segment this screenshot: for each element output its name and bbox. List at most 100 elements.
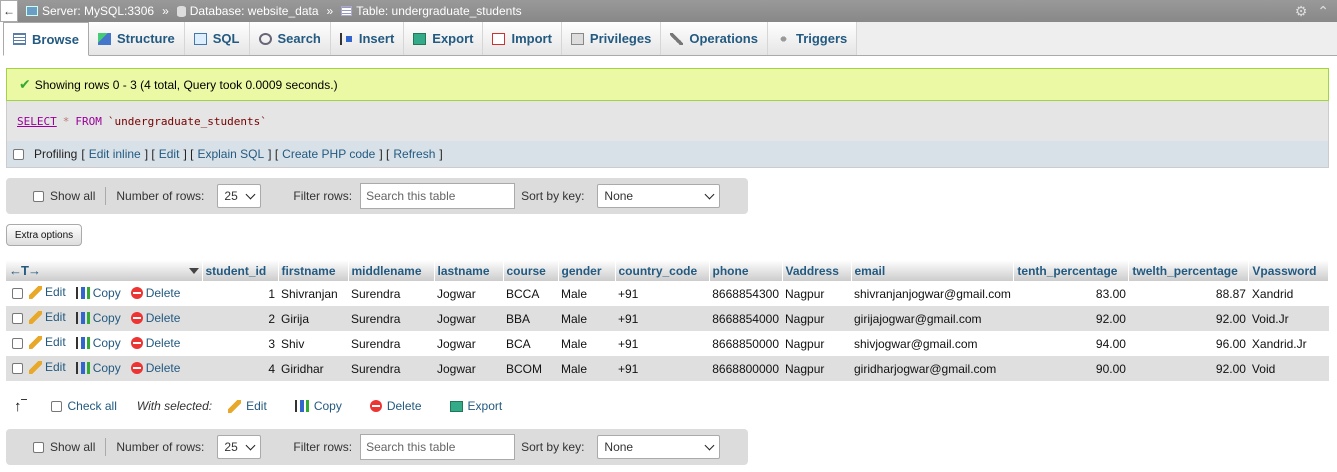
bulk-copy-button[interactable]: Copy: [294, 399, 342, 413]
filter-rows-input[interactable]: [360, 434, 516, 460]
table-cell-course[interactable]: BCCA: [503, 281, 558, 306]
table-cell-twelth_percentage[interactable]: 92.00: [1128, 356, 1249, 381]
table-row[interactable]: Edit Copy Delete 2 Girija Surendra Jogwar BBA Ma…: [6, 306, 1329, 331]
collapse-icon[interactable]: ⌃: [1317, 3, 1329, 20]
column-header[interactable]: gender: [558, 260, 616, 281]
row-delete-button[interactable]: Delete: [130, 286, 180, 300]
table-cell-tenth_percentage[interactable]: 94.00: [1013, 331, 1129, 356]
column-controls-header[interactable]: ←T→: [6, 260, 203, 281]
column-header[interactable]: Vaddress: [782, 260, 852, 281]
sort-by-key-select[interactable]: None: [597, 435, 721, 459]
rows-per-page-select[interactable]: 25: [217, 184, 262, 208]
table-cell-country_code[interactable]: +91: [615, 306, 709, 331]
bulk-delete-button[interactable]: Delete: [369, 399, 422, 413]
tab-insert[interactable]: Insert: [330, 22, 405, 55]
table-cell-lastname[interactable]: Jogwar: [434, 331, 503, 356]
table-cell-country_code[interactable]: +91: [615, 331, 709, 356]
row-copy-button[interactable]: Copy: [75, 336, 121, 350]
tab-structure[interactable]: Structure: [88, 22, 185, 55]
show-all-checkbox[interactable]: [33, 441, 44, 453]
table-cell-twelth_percentage[interactable]: 96.00: [1128, 331, 1249, 356]
row-copy-button[interactable]: Copy: [75, 286, 121, 300]
edit-inline-link[interactable]: Edit inline: [89, 147, 141, 161]
table-cell-twelth_percentage[interactable]: 88.87: [1128, 281, 1249, 306]
table-cell-Vaddress[interactable]: Nagpur: [782, 306, 851, 331]
row-checkbox[interactable]: [12, 312, 23, 324]
table-cell-Vaddress[interactable]: Nagpur: [782, 281, 851, 306]
column-header[interactable]: Vpassword: [1248, 260, 1330, 281]
table-cell-middlename[interactable]: Surendra: [348, 356, 434, 381]
table-cell-tenth_percentage[interactable]: 83.00: [1013, 281, 1129, 306]
table-cell-phone[interactable]: 8668854000: [709, 306, 782, 331]
table-cell-student_id[interactable]: 2: [202, 306, 278, 331]
sort-by-key-select[interactable]: None: [597, 184, 721, 208]
table-cell-country_code[interactable]: +91: [615, 281, 709, 306]
extra-options-button[interactable]: Extra options: [6, 224, 82, 246]
table-cell-course[interactable]: BBA: [503, 306, 558, 331]
row-delete-button[interactable]: Delete: [130, 361, 180, 375]
column-header[interactable]: country_code: [615, 260, 710, 281]
refresh-link[interactable]: Refresh: [393, 147, 435, 161]
bulk-export-button[interactable]: Export: [449, 399, 502, 413]
table-cell-Vpassword[interactable]: Xandrid: [1248, 281, 1329, 306]
column-header[interactable]: firstname: [278, 260, 349, 281]
column-header[interactable]: email: [851, 260, 1015, 281]
sql-select-keyword[interactable]: SELECT: [17, 115, 57, 128]
table-cell-firstname[interactable]: Girija: [278, 306, 348, 331]
filter-rows-input[interactable]: [360, 183, 516, 209]
table-cell-lastname[interactable]: Jogwar: [434, 356, 503, 381]
column-header[interactable]: middlename: [348, 260, 435, 281]
table-cell-lastname[interactable]: Jogwar: [434, 281, 503, 306]
table-cell-Vaddress[interactable]: Nagpur: [782, 331, 851, 356]
table-cell-tenth_percentage[interactable]: 90.00: [1013, 356, 1129, 381]
table-cell-firstname[interactable]: Giridhar: [278, 356, 348, 381]
table-cell-phone[interactable]: 8668800000: [709, 356, 782, 381]
row-delete-button[interactable]: Delete: [130, 336, 180, 350]
table-cell-Vpassword[interactable]: Void.Jr: [1248, 306, 1329, 331]
column-header[interactable]: phone: [709, 260, 783, 281]
row-checkbox[interactable]: [12, 337, 23, 349]
table-cell-Vaddress[interactable]: Nagpur: [782, 356, 851, 381]
tab-triggers[interactable]: Triggers: [767, 22, 858, 55]
table-row[interactable]: Edit Copy Delete 3 Shiv Surendra Jogwar BCA Male…: [6, 331, 1329, 356]
profiling-checkbox[interactable]: [13, 148, 24, 160]
table-cell-Vpassword[interactable]: Xandrid.Jr: [1248, 331, 1329, 356]
bulk-edit-button[interactable]: Edit: [228, 399, 267, 413]
table-cell-gender[interactable]: Male: [558, 331, 615, 356]
table-cell-lastname[interactable]: Jogwar: [434, 306, 503, 331]
explain-sql-link[interactable]: Explain SQL: [197, 147, 264, 161]
table-cell-gender[interactable]: Male: [558, 356, 615, 381]
tab-export[interactable]: Export: [404, 22, 484, 55]
table-cell-gender[interactable]: Male: [558, 281, 615, 306]
table-cell-twelth_percentage[interactable]: 92.00: [1128, 306, 1249, 331]
tab-browse[interactable]: Browse: [3, 22, 89, 56]
table-cell-email[interactable]: shivranjanjogwar@gmail.com: [851, 281, 1014, 306]
sql-query-box[interactable]: SELECT * FROM `undergraduate_students`: [6, 101, 1329, 141]
table-cell-firstname[interactable]: Shivranjan: [278, 281, 348, 306]
column-arrows-icon[interactable]: ←T→: [9, 263, 41, 278]
breadcrumb-server[interactable]: Server: MySQL:3306: [26, 4, 154, 18]
tab-sql[interactable]: SQL: [184, 22, 250, 55]
table-cell-email[interactable]: shivjogwar@gmail.com: [851, 331, 1014, 356]
check-all-checkbox[interactable]: [50, 400, 62, 412]
table-cell-phone[interactable]: 8668854300: [709, 281, 782, 306]
table-cell-course[interactable]: BCOM: [503, 356, 558, 381]
table-cell-student_id[interactable]: 3: [202, 331, 278, 356]
table-cell-country_code[interactable]: +91: [615, 356, 709, 381]
column-header[interactable]: student_id: [202, 260, 279, 281]
row-edit-button[interactable]: Edit: [29, 310, 66, 324]
rows-per-page-select[interactable]: 25: [217, 435, 262, 459]
table-cell-middlename[interactable]: Surendra: [348, 306, 434, 331]
table-cell-course[interactable]: BCA: [503, 331, 558, 356]
table-cell-student_id[interactable]: 1: [202, 281, 278, 306]
edit-link[interactable]: Edit: [159, 147, 180, 161]
tab-operations[interactable]: Operations: [661, 22, 768, 55]
row-checkbox[interactable]: [12, 362, 23, 374]
table-cell-Vpassword[interactable]: Void: [1248, 356, 1329, 381]
tab-privileges[interactable]: Privileges: [561, 22, 662, 55]
table-row[interactable]: Edit Copy Delete 4 Giridhar Surendra Jogwar BCO…: [6, 356, 1329, 381]
table-cell-firstname[interactable]: Shiv: [278, 331, 348, 356]
settings-gear-icon[interactable]: ⚙: [1295, 3, 1308, 20]
table-cell-email[interactable]: girijajogwar@gmail.com: [851, 306, 1014, 331]
breadcrumb-table[interactable]: Table: undergraduate_students: [341, 4, 522, 18]
